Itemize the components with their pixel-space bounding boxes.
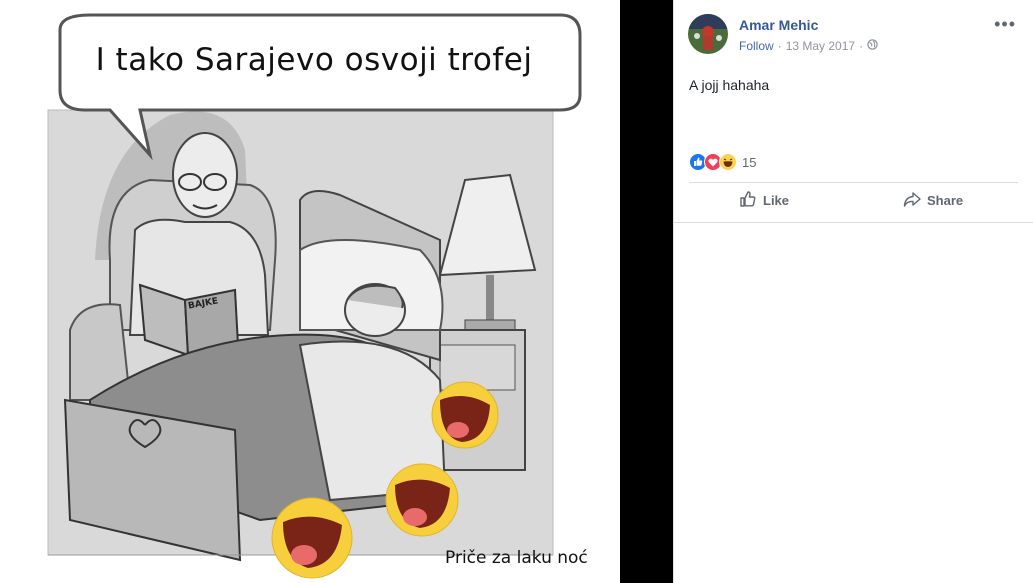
divider bbox=[689, 182, 1018, 183]
share-label: Share bbox=[927, 193, 964, 208]
share-button[interactable]: Share bbox=[903, 190, 963, 211]
photo-caption: Priče za laku noć bbox=[445, 548, 588, 568]
reaction-count: 15 bbox=[742, 154, 757, 170]
like-button[interactable]: Like bbox=[739, 190, 789, 211]
share-arrow-icon bbox=[903, 190, 921, 211]
more-options-icon[interactable]: ••• bbox=[994, 14, 1016, 35]
avatar[interactable] bbox=[688, 14, 728, 54]
thumbs-up-icon bbox=[739, 190, 757, 211]
meta-separator: · bbox=[777, 39, 782, 53]
reactions-summary[interactable]: 15 bbox=[689, 153, 756, 171]
cartoon-illustration bbox=[47, 13, 582, 579]
divider bbox=[674, 222, 1033, 223]
like-label: Like bbox=[763, 193, 790, 208]
post-photo[interactable]: I tako Sarajevo osvoji trofej BAJKE Prič… bbox=[0, 0, 620, 583]
post-meta: Follow · 13 May 2017 · bbox=[739, 39, 878, 53]
follow-link[interactable]: Follow bbox=[739, 39, 774, 53]
author-name-link[interactable]: Amar Mehic bbox=[739, 17, 818, 33]
haha-reaction-icon bbox=[719, 153, 737, 171]
avatar-image bbox=[688, 14, 728, 54]
post-text: A jojj hahaha bbox=[689, 77, 770, 93]
globe-icon[interactable] bbox=[867, 39, 878, 53]
speech-bubble-text: I tako Sarajevo osvoji trofej bbox=[95, 42, 533, 78]
meta-separator: · bbox=[859, 39, 864, 53]
post-details-panel: Amar Mehic Follow · 13 May 2017 · ••• A … bbox=[673, 0, 1033, 583]
post-date[interactable]: 13 May 2017 bbox=[786, 39, 855, 53]
